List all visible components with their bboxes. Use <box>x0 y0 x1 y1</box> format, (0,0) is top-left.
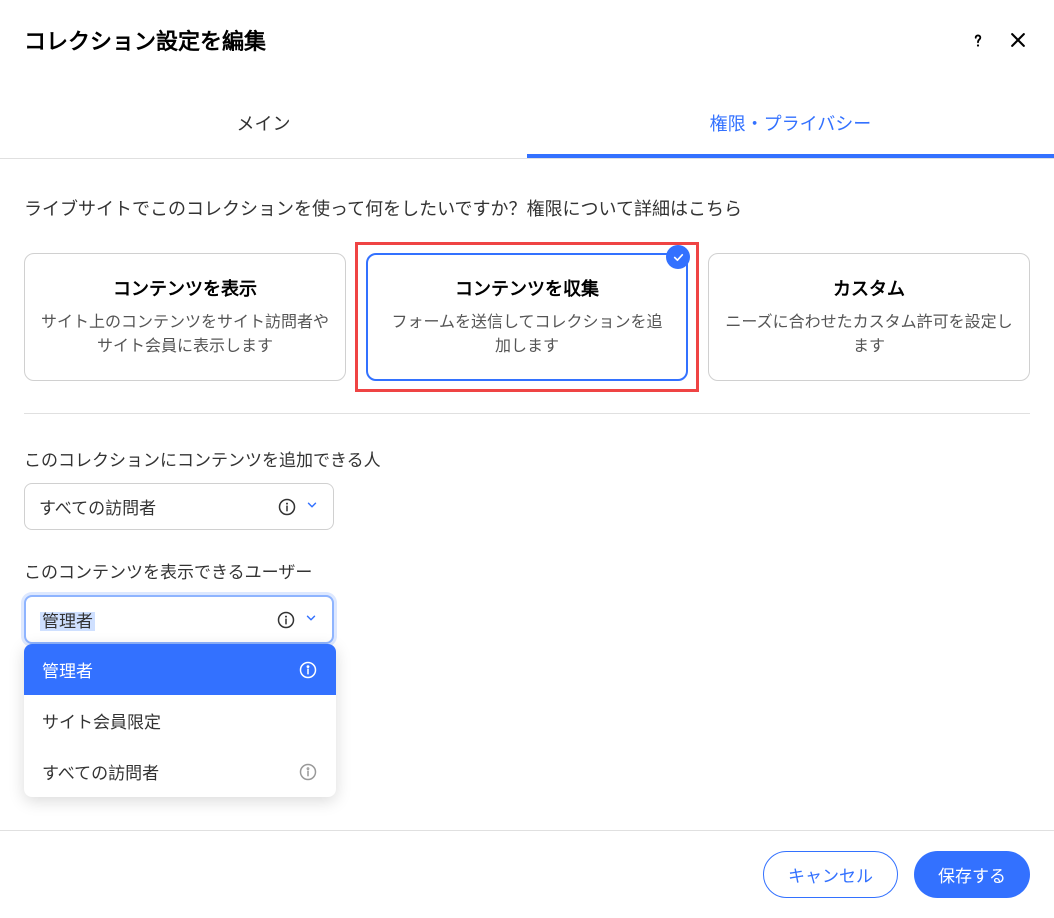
select-value: すべての訪問者 <box>39 494 277 519</box>
save-button[interactable]: 保存する <box>914 851 1030 898</box>
info-icon[interactable] <box>277 497 297 517</box>
dialog-footer: キャンセル 保存する <box>0 830 1054 918</box>
card-collect-content[interactable]: コンテンツを収集 フォームを送信してコレクションを追加します <box>366 253 688 381</box>
card-title: カスタム <box>725 275 1013 301</box>
select-value: 管理者 <box>40 607 95 632</box>
close-icon[interactable] <box>1006 28 1030 52</box>
divider <box>24 413 1030 414</box>
dialog-header: コレクション設定を編集 <box>0 0 1054 72</box>
dropdown-who-can-view: 管理者 サイト会員限定 すべての訪問者 <box>24 644 336 797</box>
field-label: このコレクションにコンテンツを追加できる人 <box>24 446 1030 471</box>
card-wrapper-collect: コンテンツを収集 フォームを送信してコレクションを追加します <box>355 242 699 392</box>
option-label: 管理者 <box>42 657 93 682</box>
tabs: メイン 権限・プライバシー <box>0 92 1054 159</box>
option-label: サイト会員限定 <box>42 708 161 733</box>
select-who-can-add[interactable]: すべての訪問者 <box>24 483 334 530</box>
tab-privacy[interactable]: 権限・プライバシー <box>527 92 1054 158</box>
cancel-button[interactable]: キャンセル <box>763 851 898 898</box>
field-who-can-add: このコレクションにコンテンツを追加できる人 すべての訪問者 <box>24 446 1030 530</box>
info-icon[interactable] <box>298 660 318 680</box>
card-wrapper-custom: カスタム ニーズに合わせたカスタム許可を設定します <box>708 253 1030 381</box>
card-desc: ニーズに合わせたカスタム許可を設定します <box>725 311 1013 359</box>
card-title: コンテンツを収集 <box>384 275 670 301</box>
dropdown-option-admin[interactable]: 管理者 <box>24 644 336 695</box>
info-icon[interactable] <box>276 610 296 630</box>
help-icon[interactable] <box>966 28 990 52</box>
info-icon[interactable] <box>298 762 318 782</box>
card-wrapper-show: コンテンツを表示 サイト上のコンテンツをサイト訪問者やサイト会員に表示します <box>24 253 346 381</box>
permission-cards: コンテンツを表示 サイト上のコンテンツをサイト訪問者やサイト会員に表示します コ… <box>24 253 1030 381</box>
check-icon <box>666 245 690 269</box>
card-show-content[interactable]: コンテンツを表示 サイト上のコンテンツをサイト訪問者やサイト会員に表示します <box>24 253 346 381</box>
permissions-learn-more-link[interactable]: 権限について詳細はこちら <box>527 199 742 219</box>
field-who-can-view: このコンテンツを表示できるユーザー 管理者 <box>24 558 1030 644</box>
content-area: ライブサイトでこのコレクションを使って何をしたいですか？権限について詳細はこちら… <box>0 159 1054 696</box>
dropdown-option-visitors[interactable]: すべての訪問者 <box>24 746 336 797</box>
card-title: コンテンツを表示 <box>41 275 329 301</box>
field-label: このコンテンツを表示できるユーザー <box>24 558 1030 583</box>
header-actions <box>966 28 1030 52</box>
chevron-down-icon <box>304 610 318 630</box>
question-text: ライブサイトでこのコレクションを使って何をしたいですか？ <box>24 199 527 219</box>
card-desc: サイト上のコンテンツをサイト訪問者やサイト会員に表示します <box>41 311 329 359</box>
chevron-down-icon <box>305 497 319 517</box>
dialog-title: コレクション設定を編集 <box>24 24 266 56</box>
dropdown-option-members[interactable]: サイト会員限定 <box>24 695 336 746</box>
tab-main[interactable]: メイン <box>0 92 527 158</box>
card-desc: フォームを送信してコレクションを追加します <box>384 311 670 359</box>
select-who-can-view[interactable]: 管理者 <box>24 595 334 644</box>
option-label: すべての訪問者 <box>42 759 159 784</box>
permissions-question: ライブサイトでこのコレクションを使って何をしたいですか？権限について詳細はこちら <box>24 195 1030 221</box>
select-icons <box>276 610 318 630</box>
select-icons <box>277 497 319 517</box>
card-custom[interactable]: カスタム ニーズに合わせたカスタム許可を設定します <box>708 253 1030 381</box>
